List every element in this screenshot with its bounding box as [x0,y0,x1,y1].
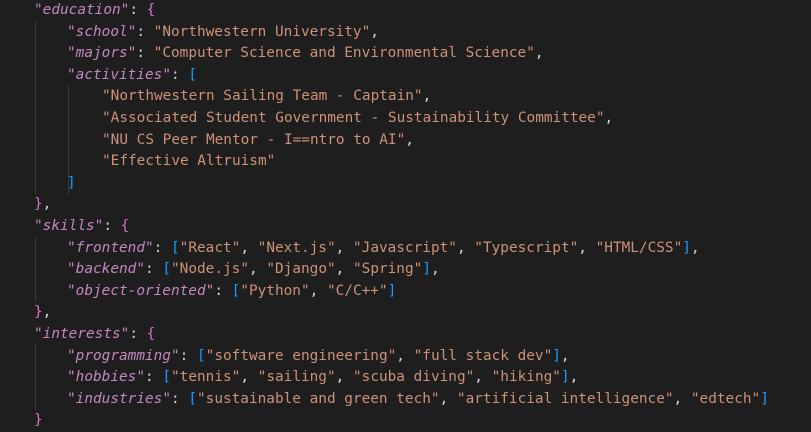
json-key: education [42,2,121,18]
json-key: activities [75,66,163,83]
close-brace: } [34,412,43,429]
code-line: "skills": { [34,218,130,234]
code-line: }, [34,196,52,213]
json-string: Northwestern University [162,23,362,40]
json-string: edtech [699,390,752,407]
json-key: majors [75,45,128,62]
code-line: ] [67,173,76,195]
code-editor[interactable]: "education": { "school": "Northwestern U… [0,0,811,429]
json-key: frontend [75,239,145,256]
open-brace: { [146,326,156,342]
open-brace: { [120,218,130,234]
json-string: Next.js [266,239,327,256]
json-key: industries [75,390,163,407]
json-string: Django [275,261,327,278]
json-key: school [75,23,128,40]
json-string: Typescript [482,239,570,256]
indent-guide [35,22,36,194]
code-line: "Effective Altruism" [102,153,276,170]
json-string: HTML/CSS [604,239,674,256]
json-string: NU CS Peer Mentor - I==ntro to AI [110,131,397,148]
close-bracket: ] [67,174,76,191]
code-line: }, [34,304,52,321]
code-line: "education": { [34,2,156,18]
json-string: tennis [179,369,232,386]
code-line: "activities": [ [67,66,197,83]
json-key: backend [75,261,137,278]
json-string: Python [248,282,301,299]
open-bracket: [ [188,66,197,83]
code-line: "industries": ["sustainable and green te… [67,390,769,407]
code-line: "NU CS Peer Mentor - I==ntro to AI", [102,131,414,148]
code-line: "Northwestern Sailing Team - Captain", [102,88,432,105]
json-string: sustainable and green tech [205,390,431,407]
json-key: interests [42,326,121,342]
json-string: Computer Science and Environmental Scien… [162,45,527,62]
code-line: "backend": ["Node.js", "Django", "Spring… [67,261,440,278]
code-line: "frontend": ["React", "Next.js", "Javasc… [67,239,700,256]
json-string: C/C++ [335,282,379,299]
json-string: full stack dev [422,347,544,364]
code-line: "school": "Northwestern University", [67,23,379,40]
code-line: "hobbies": ["tennis", "sailing", "scuba … [67,369,579,386]
json-string: Northwestern Sailing Team - Captain [110,88,414,105]
json-string: React [188,239,232,256]
json-string: hiking [500,369,553,386]
json-string: Spring [361,261,414,278]
code-line: "majors": "Computer Science and Environm… [67,45,544,62]
code-line: "object-oriented": ["Python", "C/C++"] [67,282,397,299]
code-line: "programming": ["software engineering", … [67,347,570,364]
json-string: artificial intelligence [465,390,665,407]
json-string: Javascript [361,239,449,256]
json-key: hobbies [75,369,137,386]
indent-guide [35,237,36,302]
json-string: sailing [266,369,327,386]
close-brace: } [34,304,43,321]
close-brace: } [34,196,43,213]
json-string: scuba diving [361,369,466,386]
json-key: object-oriented [75,282,206,299]
json-string: Node.js [179,261,241,278]
json-string: Associated Student Government - Sustaina… [110,110,596,126]
indent-guide [35,345,36,410]
json-string: software engineering [214,347,388,364]
open-brace: { [146,2,156,18]
json-string: Effective Altruism [110,153,267,170]
code-line: "Associated Student Government - Sustain… [102,110,614,126]
json-key: skills [42,218,95,234]
json-key: programming [75,347,171,364]
code-line: "interests": { [34,326,156,342]
